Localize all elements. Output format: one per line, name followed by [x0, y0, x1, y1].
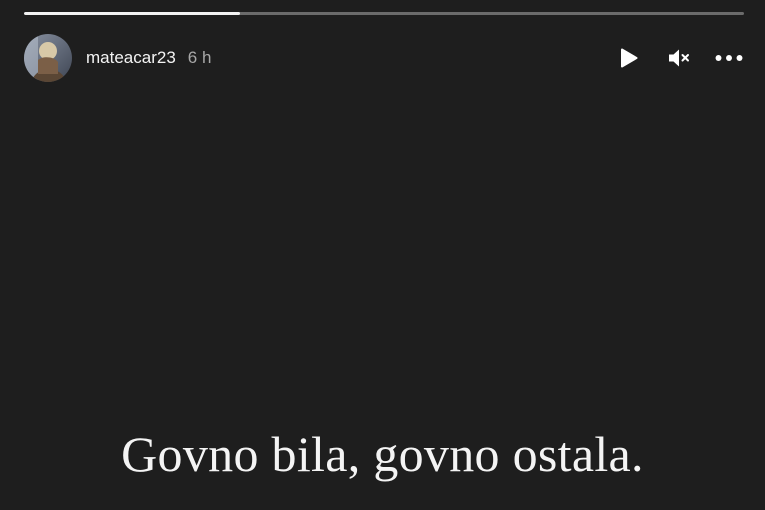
story-header: mateacar23 6 h	[24, 33, 743, 83]
post-timestamp: 6 h	[187, 48, 212, 67]
story-controls	[615, 44, 743, 72]
story-progress-bar	[24, 12, 744, 15]
username[interactable]: mateacar23	[86, 48, 176, 68]
story-viewer: mateacar23 6 h Govno bila, govno ostala.	[0, 0, 765, 510]
story-progress-fill	[24, 12, 240, 15]
play-icon	[621, 48, 638, 68]
avatar-image	[24, 34, 72, 82]
play-button[interactable]	[615, 44, 643, 72]
mute-button[interactable]	[665, 44, 693, 72]
speaker-muted-icon	[669, 49, 689, 67]
user-avatar[interactable]	[24, 34, 72, 82]
more-options-button[interactable]	[715, 44, 743, 72]
story-caption: Govno bila, govno ostala.	[121, 426, 644, 482]
more-options-icon	[715, 55, 743, 61]
